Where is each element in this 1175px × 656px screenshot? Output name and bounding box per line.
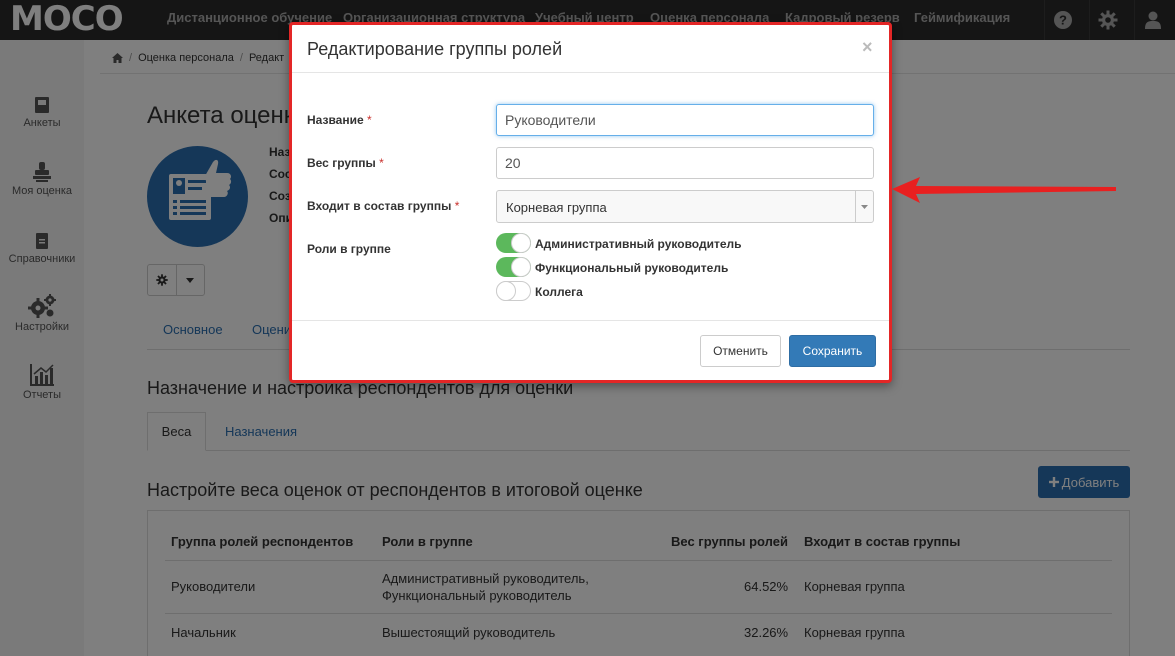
toggle-knob — [496, 281, 516, 301]
parent-group-value: Корневая группа — [506, 200, 607, 215]
save-button[interactable]: Сохранить — [789, 335, 876, 367]
cancel-button[interactable]: Отменить — [700, 335, 781, 367]
role-label: Коллега — [535, 285, 583, 299]
weight-label: Вес группы * — [307, 156, 384, 170]
parent-group-select[interactable]: Корневая группа — [496, 190, 874, 223]
modal-title: Редактирование группы ролей — [307, 39, 563, 59]
parent-group-label: Входит в состав группы * — [307, 199, 460, 213]
annotation-arrow-icon — [892, 177, 1116, 203]
name-label: Название * — [307, 113, 372, 127]
role-label: Функциональный руководитель — [535, 261, 729, 275]
chevron-down-icon[interactable] — [855, 191, 873, 222]
toggle-knob — [511, 257, 531, 277]
modal-header: Редактирование группы ролей × — [292, 25, 889, 73]
required-mark: * — [379, 156, 384, 170]
weight-input[interactable] — [496, 147, 874, 179]
close-icon[interactable]: × — [862, 38, 873, 56]
toggle-colleague[interactable] — [496, 281, 531, 301]
toggle-admin-manager[interactable] — [496, 233, 531, 253]
edit-role-group-modal: Редактирование группы ролей × Название *… — [289, 22, 892, 383]
name-input[interactable] — [496, 104, 874, 136]
role-label: Административный руководитель — [535, 237, 742, 251]
roles-label: Роли в группе — [307, 242, 391, 256]
required-mark: * — [454, 199, 460, 213]
toggle-knob — [511, 233, 531, 253]
required-mark: * — [367, 113, 372, 127]
modal-footer-divider — [292, 320, 889, 321]
toggle-functional-manager[interactable] — [496, 257, 531, 277]
